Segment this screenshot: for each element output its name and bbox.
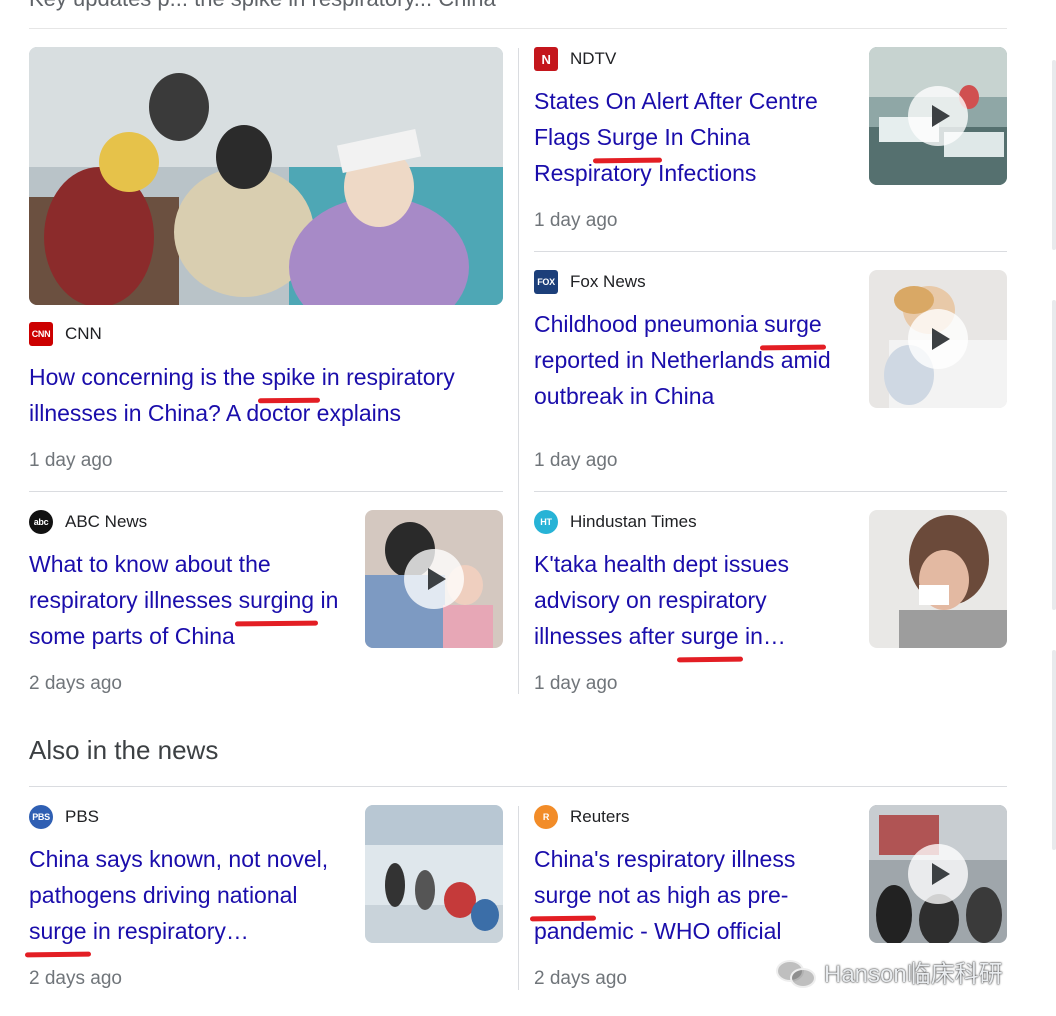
article-thumbnail[interactable] — [869, 510, 1007, 648]
article-timestamp: 2 days ago — [29, 673, 122, 694]
title-text: China's respiratory illness — [534, 846, 796, 872]
article-source: PBS PBS — [29, 805, 99, 829]
watermark: Hanson临床科研 — [776, 954, 1003, 989]
article-source: N NDTV — [534, 47, 616, 71]
crowded-waiting-room-image — [29, 47, 503, 305]
cnn-logo-icon: CNN — [29, 322, 53, 346]
article-timestamp: 2 days ago — [29, 968, 122, 989]
row-divider — [534, 491, 1007, 492]
play-icon — [908, 309, 968, 369]
top-divider — [29, 28, 1007, 29]
row-divider — [534, 251, 1007, 252]
source-name: PBS — [65, 807, 100, 826]
title-text: How concerning is the — [29, 364, 262, 390]
article-title-link[interactable]: Childhood pneumonia surge reported in Ne… — [534, 306, 844, 414]
section-divider — [29, 786, 1007, 787]
highlighted-keyword: surging — [239, 582, 314, 618]
article-title-link[interactable]: K'taka health dept issues advisory on re… — [534, 546, 844, 654]
highlighted-keyword: surge — [681, 618, 739, 654]
highlighted-keyword: spike — [262, 359, 316, 395]
scrollbar-track[interactable] — [1052, 300, 1056, 610]
video-thumbnail[interactable] — [869, 805, 1007, 943]
title-text: China says known, not novel, pathogens d… — [29, 846, 329, 908]
article-source: R Reuters — [534, 805, 630, 829]
hindustan-times-logo-icon: HT — [534, 510, 558, 534]
article-timestamp: 1 day ago — [29, 450, 113, 471]
article-title-link[interactable]: States On Alert After Centre Flags Surge… — [534, 83, 844, 191]
article-source: CNN CNN — [29, 322, 102, 346]
article-source: FOX Fox News — [534, 270, 646, 294]
pbs-logo-icon: PBS — [29, 805, 53, 829]
highlighted-keyword: surge — [534, 877, 592, 913]
section-heading: Also in the news — [29, 735, 219, 765]
play-icon — [908, 86, 968, 146]
source-name: Hindustan Times — [570, 512, 697, 531]
source-name: CNN — [65, 324, 102, 343]
fox-news-logo-icon: FOX — [534, 270, 558, 294]
highlighted-keyword: surge — [29, 913, 87, 949]
source-name: Reuters — [570, 807, 630, 826]
article-timestamp: 1 day ago — [534, 210, 618, 231]
article-timestamp: 1 day ago — [534, 450, 618, 471]
scrollbar-track[interactable] — [1052, 650, 1056, 850]
reuters-logo-icon: R — [534, 805, 558, 829]
ndtv-logo-icon: N — [534, 47, 558, 71]
play-icon — [404, 549, 464, 609]
abc-news-logo-icon: abc — [29, 510, 53, 534]
source-name: ABC News — [65, 512, 148, 531]
play-icon — [908, 844, 968, 904]
article-title-link[interactable]: China says known, not novel, pathogens d… — [29, 841, 349, 949]
article-title-link[interactable]: How concerning is the spike in respirato… — [29, 359, 499, 431]
video-thumbnail[interactable] — [365, 510, 503, 648]
row-divider — [29, 491, 503, 492]
title-text: in… — [738, 623, 786, 649]
title-text: What to know about the respiratory illne… — [29, 551, 271, 613]
title-text: in respiratory… — [86, 918, 249, 944]
article-thumbnail[interactable] — [29, 47, 503, 305]
article-title-link[interactable]: China's respiratory illness surge not as… — [534, 841, 824, 949]
wechat-icon — [776, 958, 816, 988]
column-divider — [518, 806, 519, 990]
watermark-text: Hanson临床科研 — [824, 961, 1003, 988]
article-timestamp: 2 days ago — [534, 968, 627, 989]
source-name: Fox News — [570, 272, 646, 291]
title-text: reported in Netherlands amid outbreak in… — [534, 347, 831, 409]
article-source: abc ABC News — [29, 510, 147, 534]
article-thumbnail[interactable] — [365, 805, 503, 943]
cut-off-heading: Key updates p... the spike in respirator… — [29, 0, 496, 12]
video-thumbnail[interactable] — [869, 47, 1007, 185]
woman-tissue-image — [869, 510, 1007, 648]
column-divider — [518, 48, 519, 694]
highlighted-keyword: Surge — [597, 119, 658, 155]
video-thumbnail[interactable] — [869, 270, 1007, 408]
hospital-corridor-image — [365, 805, 503, 943]
title-text: Childhood pneumonia — [534, 311, 765, 337]
scrollbar-track[interactable] — [1052, 60, 1056, 250]
article-source: HT Hindustan Times — [534, 510, 697, 534]
highlighted-keyword: surge — [764, 306, 822, 342]
article-timestamp: 1 day ago — [534, 673, 618, 694]
source-name: NDTV — [570, 49, 617, 68]
article-title-link[interactable]: What to know about the respiratory illne… — [29, 546, 339, 654]
